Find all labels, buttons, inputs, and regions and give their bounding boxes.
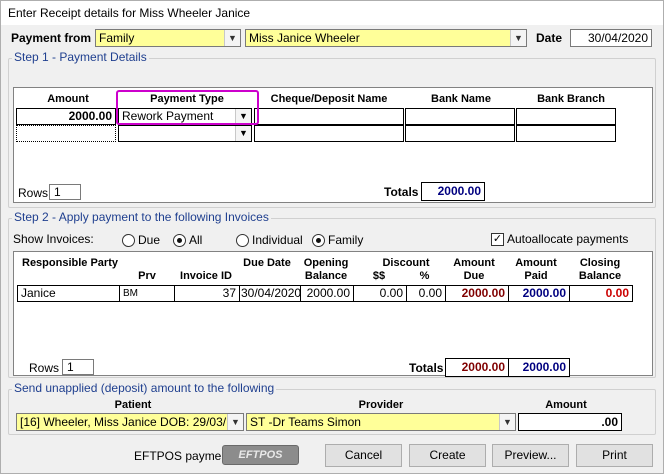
unapplied-title: Send unapplied (deposit) amount to the f… <box>12 381 277 395</box>
total-amount-due: 2000.00 <box>445 358 509 377</box>
row-due-date: 30/04/2020 <box>239 285 301 302</box>
unapplied-provider-value: ST -Dr Teams Simon <box>250 415 361 429</box>
col-closing-balance: Closing Balance <box>578 257 622 282</box>
amount-input[interactable]: 2000.00 <box>16 108 116 125</box>
col-amount: Amount <box>47 93 89 105</box>
payment-type-highlight <box>116 90 259 125</box>
payment-details-panel: Amount Payment Type Cheque/Deposit Name … <box>13 87 653 203</box>
col-cheque-name: Cheque/Deposit Name <box>270 93 388 105</box>
col-amount-paid: Amount Paid <box>515 257 557 282</box>
step1-total: 2000.00 <box>421 182 485 201</box>
patient-value: Miss Janice Wheeler <box>249 31 360 45</box>
chevron-down-icon: ▼ <box>224 30 240 46</box>
col-responsible-party: Responsible Party <box>22 257 118 269</box>
radio-due[interactable] <box>122 234 135 247</box>
row-closing-balance: 0.00 <box>569 285 633 302</box>
radio-all[interactable] <box>173 234 186 247</box>
unapplied-patient-value: [16] Wheeler, Miss Janice DOB: 29/03/ <box>20 415 227 429</box>
step1-title: Step 1 - Payment Details <box>12 50 149 64</box>
col-patient: Patient <box>114 399 152 411</box>
rows-label: Rows <box>18 186 49 200</box>
cancel-button[interactable]: Cancel <box>325 444 402 467</box>
radio-family-label: Family <box>328 233 364 247</box>
col-opening-balance: Opening Balance <box>303 257 349 282</box>
row-amount-paid[interactable]: 2000.00 <box>508 285 570 302</box>
payment-type-select-new[interactable]: ▼ <box>118 125 252 142</box>
cheque-name-input-new[interactable] <box>254 125 404 142</box>
col-provider: Provider <box>358 399 404 411</box>
col-bank-branch: Bank Branch <box>537 93 605 105</box>
eftpos-button[interactable]: EFTPOS <box>222 445 299 465</box>
date-label: Date <box>536 31 563 45</box>
col-unapplied-amount: Amount <box>545 399 587 411</box>
radio-individual-label: Individual <box>252 233 303 247</box>
payment-from-select[interactable]: Family ▼ <box>95 29 241 47</box>
row-discount-dollar[interactable]: 0.00 <box>353 285 407 302</box>
totals-label: Totals <box>384 185 419 199</box>
autoallocate-checkbox[interactable]: ✓ <box>491 233 504 246</box>
radio-family[interactable] <box>312 234 325 247</box>
radio-all-label: All <box>189 233 203 247</box>
title-bar: Enter Receipt details for Miss Wheeler J… <box>1 1 663 25</box>
row-prv: BM <box>119 285 175 302</box>
col-discount-pct: % <box>419 270 430 282</box>
rows-count: 1 <box>49 184 81 200</box>
bank-branch-input-new[interactable] <box>516 125 616 142</box>
unapplied-amount-input[interactable]: .00 <box>518 413 622 431</box>
col-invoice-id: Invoice ID <box>180 270 232 282</box>
rows-count-2: 1 <box>62 359 94 375</box>
col-due-date: Due Date <box>243 257 291 269</box>
invoices-panel: Responsible Party Prv Invoice ID Due Dat… <box>13 251 653 377</box>
date-field[interactable]: 30/04/2020 <box>570 29 652 47</box>
unapplied-patient-select[interactable]: [16] Wheeler, Miss Janice DOB: 29/03/ ▼ <box>16 413 244 431</box>
amount-input-new[interactable] <box>16 125 116 142</box>
bank-name-input[interactable] <box>405 108 515 125</box>
preview-button[interactable]: Preview... <box>492 444 569 467</box>
chevron-down-icon: ▼ <box>499 414 515 430</box>
row-discount-pct[interactable]: 0.00 <box>406 285 446 302</box>
show-invoices-label: Show Invoices: <box>13 232 94 246</box>
payment-from-value: Family <box>99 31 135 45</box>
radio-individual[interactable] <box>236 234 249 247</box>
unapplied-provider-select[interactable]: ST -Dr Teams Simon ▼ <box>246 413 516 431</box>
autoallocate-label: Autoallocate payments <box>507 232 629 246</box>
col-amount-due: Amount Due <box>453 257 495 282</box>
col-bank-name: Bank Name <box>431 93 491 105</box>
col-prv: Prv <box>138 270 156 282</box>
rows-label-2: Rows <box>29 361 60 375</box>
radio-due-label: Due <box>138 233 161 247</box>
row-invoice-id: 37 <box>174 285 240 302</box>
eftpos-label: EFTPOS payment <box>134 449 232 463</box>
patient-select[interactable]: Miss Janice Wheeler ▼ <box>245 29 527 47</box>
print-button[interactable]: Print <box>576 444 653 467</box>
total-amount-paid: 2000.00 <box>508 358 570 377</box>
row-amount-due: 2000.00 <box>445 285 509 302</box>
window-title: Enter Receipt details for Miss Wheeler J… <box>8 6 251 20</box>
bank-name-input-new[interactable] <box>405 125 515 142</box>
col-discount: Discount <box>382 257 430 269</box>
totals-label-2: Totals <box>409 361 444 375</box>
row-opening-balance: 2000.00 <box>300 285 354 302</box>
payment-from-label: Payment from <box>11 31 92 45</box>
step2-title: Step 2 - Apply payment to the following … <box>12 210 271 224</box>
create-button[interactable]: Create <box>409 444 486 467</box>
chevron-down-icon: ▼ <box>227 414 243 430</box>
row-party: Janice <box>17 285 120 302</box>
cheque-name-input[interactable] <box>254 108 404 125</box>
bank-branch-input[interactable] <box>516 108 616 125</box>
receipt-window: Enter Receipt details for Miss Wheeler J… <box>0 0 664 474</box>
col-discount-dollar: $$ <box>372 270 386 282</box>
chevron-down-icon: ▼ <box>235 126 251 141</box>
chevron-down-icon: ▼ <box>510 30 526 46</box>
eftpos-logo-icon: EFTPOS <box>238 449 283 461</box>
